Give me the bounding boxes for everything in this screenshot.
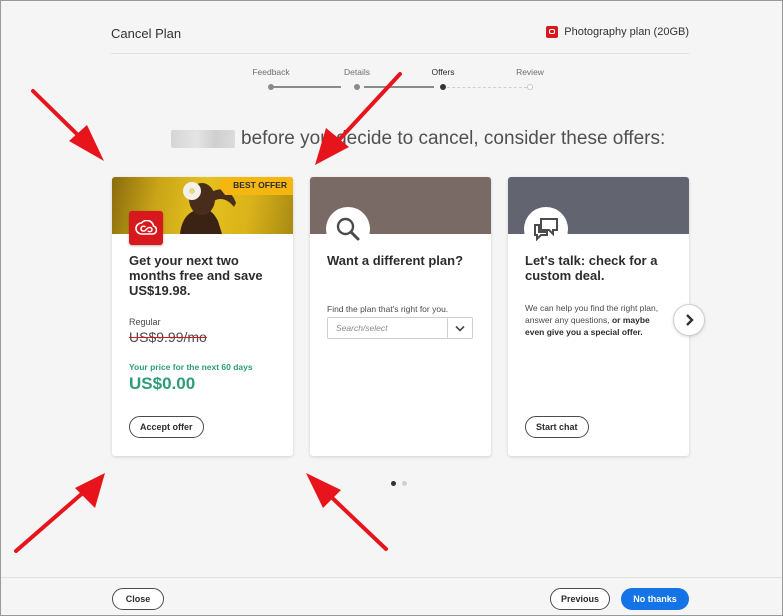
- chat-icon-badge: [524, 207, 568, 251]
- step-label: Feedback: [252, 67, 290, 77]
- stepper-line: [364, 86, 434, 88]
- cancel-plan-dialog: Cancel Plan Photography plan (20GB) Feed…: [0, 0, 783, 616]
- chevron-down-icon: [455, 325, 465, 332]
- offers-heading-text: before you decide to cancel, consider th…: [241, 128, 666, 149]
- redacted-user-name: [171, 130, 235, 148]
- offer-title: Want a different plan?: [327, 253, 464, 268]
- plan-name: Photography plan (20GB): [564, 26, 689, 38]
- promo-price: US$0.00: [129, 374, 196, 393]
- annotation-arrow: [31, 89, 87, 144]
- carousel-pagination: [391, 481, 407, 486]
- annotation-arrowhead: [69, 125, 104, 161]
- annotation-arrowhead: [75, 473, 105, 508]
- plan-label: Photography plan (20GB): [546, 26, 689, 38]
- offer-title: Get your next two months free and save U…: [129, 253, 263, 298]
- best-offer-badge: BEST OFFER: [217, 177, 293, 195]
- page-title: Cancel Plan: [111, 26, 182, 41]
- chevron-right-icon: [686, 314, 694, 326]
- step-review: Review: [495, 67, 565, 90]
- select-placeholder: Search/select: [336, 323, 388, 333]
- annotation-arrowhead: [306, 473, 341, 508]
- offer-card-free-months: BEST OFFER Get your next two months free…: [112, 177, 293, 456]
- step-label: Offers: [431, 67, 455, 77]
- page-dot-active[interactable]: [391, 481, 396, 486]
- dialog-header: Cancel Plan Photography plan (20GB): [111, 25, 689, 54]
- dialog-footer: Close Previous No thanks: [1, 577, 782, 615]
- search-icon-badge: [326, 207, 370, 251]
- creative-cloud-glyph: [135, 220, 157, 235]
- step-dot: [527, 84, 533, 90]
- offer-title: Let's talk: check for a custom deal.: [525, 253, 658, 283]
- step-offers: Offers: [408, 67, 478, 90]
- accept-offer-button[interactable]: Accept offer: [129, 416, 204, 438]
- chat-bubbles-icon: [534, 218, 558, 241]
- regular-price-label: Regular: [129, 317, 161, 327]
- stepper-line: [271, 86, 341, 88]
- stepper-line-pending: [447, 87, 527, 88]
- regular-price: US$9.99/mo: [129, 329, 207, 345]
- promo-price-label: Your price for the next 60 days: [129, 362, 253, 372]
- step-dot: [440, 84, 446, 90]
- search-icon: [336, 217, 360, 241]
- step-dot: [354, 84, 360, 90]
- dropdown-toggle[interactable]: [447, 318, 472, 338]
- page-dot[interactable]: [402, 481, 407, 486]
- progress-stepper: Feedback Details Offers Review: [241, 67, 544, 91]
- creative-cloud-icon: [546, 26, 559, 38]
- creative-cloud-logo-icon: [129, 211, 163, 245]
- offer-description: We can help you find the right plan, ans…: [525, 302, 667, 338]
- annotation-arrow: [324, 490, 388, 551]
- previous-button[interactable]: Previous: [550, 588, 610, 610]
- start-chat-button[interactable]: Start chat: [525, 416, 589, 438]
- carousel-next-button[interactable]: [673, 304, 705, 336]
- annotation-arrow: [14, 489, 87, 553]
- step-feedback: Feedback: [236, 67, 306, 90]
- offer-description: Find the plan that's right for you.: [327, 304, 449, 314]
- step-label: Details: [344, 67, 370, 77]
- step-label: Review: [516, 67, 544, 77]
- offers-heading: before you decide to cancel, consider th…: [171, 128, 665, 150]
- step-details: Details: [322, 67, 392, 90]
- no-thanks-button[interactable]: No thanks: [621, 588, 689, 610]
- offer-card-different-plan: Want a different plan? Find the plan tha…: [310, 177, 491, 456]
- step-dot: [268, 84, 274, 90]
- close-button[interactable]: Close: [112, 588, 164, 610]
- plan-search-select[interactable]: Search/select: [327, 317, 473, 339]
- offer-card-custom-deal: Let's talk: check for a custom deal. We …: [508, 177, 689, 456]
